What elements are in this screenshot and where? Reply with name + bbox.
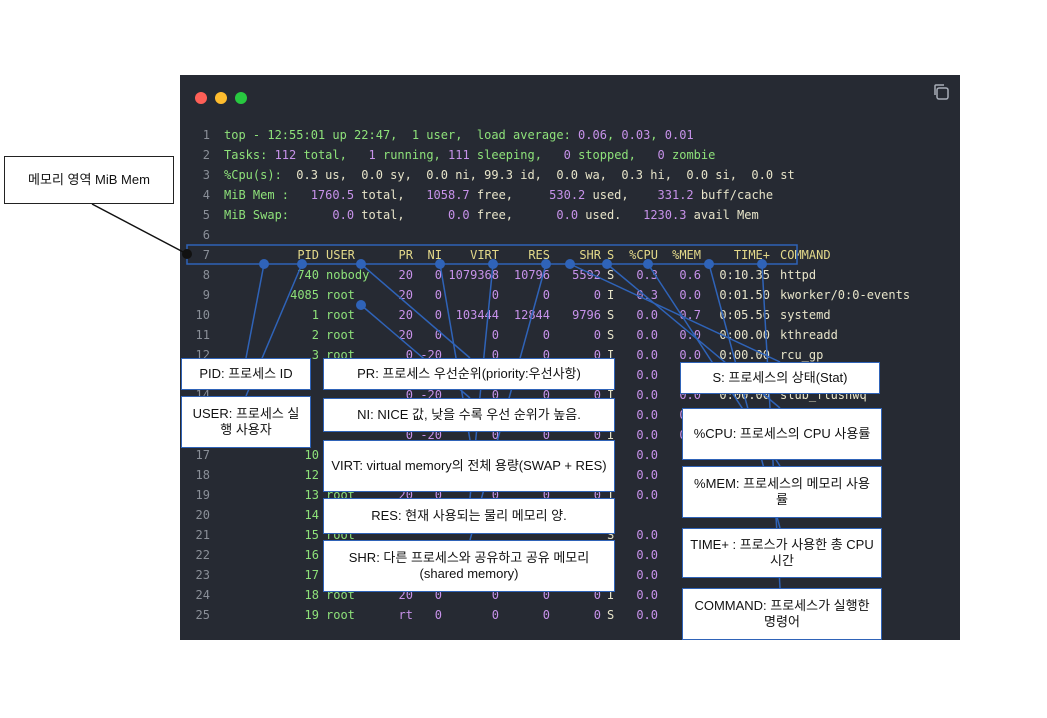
annotation-cpu: %CPU: 프로세스의 CPU 사용률 xyxy=(682,408,882,460)
summary-segment: 0.3 us, 0.0 sy, 0.0 ni, 99.3 id, 0.0 wa,… xyxy=(296,168,795,182)
summary-segment: 1230.3 xyxy=(643,208,687,222)
line-number: 5 xyxy=(202,208,210,222)
summary-segment: total, xyxy=(296,148,369,162)
line-number: 1 xyxy=(202,128,210,142)
cell-time: 0:01.50 xyxy=(719,288,770,302)
summary-segment: 0.03 xyxy=(621,128,651,142)
summary-segment: 331.2 xyxy=(657,188,694,202)
annotation-command: COMMAND: 프로세스가 실행한 명령어 xyxy=(682,588,882,640)
summary-segment: 111 xyxy=(448,148,470,162)
summary-segment: MiB Swap: xyxy=(224,208,333,222)
summary-segment: 0.0 xyxy=(332,208,355,222)
annotation-memp: %MEM: 프로세스의 메모리 사용률 xyxy=(682,466,882,518)
summary-segment: 0.0 xyxy=(556,208,579,222)
summary-segment: running, xyxy=(375,148,448,162)
annotation-res: RES: 현재 사용되는 물리 메모리 양. xyxy=(323,498,615,534)
annotation-pr: PR: 프로세스 우선순위(priority:우선사항) xyxy=(323,358,615,390)
summary-segment: used, xyxy=(585,188,658,202)
summary-segment: total, xyxy=(354,208,448,222)
summary-segment: used. xyxy=(578,208,644,222)
annotation-s: S: 프로세스의 상태(Stat) xyxy=(680,362,880,394)
cell-command: kthreadd xyxy=(780,328,838,342)
summary-segment: avail Mem xyxy=(686,208,759,222)
summary-segment: 0.06 xyxy=(578,128,607,142)
cell-command: httpd xyxy=(780,268,817,282)
summary-segment: %Cpu(s): xyxy=(224,168,297,182)
cell-time: 0:05.56 xyxy=(719,308,770,322)
summary-segment: 0.0 xyxy=(447,208,470,222)
summary-segment: 12:55:01 up 22:47, 1 user, load average: xyxy=(267,128,579,142)
minimize-dot-icon[interactable] xyxy=(215,92,227,104)
summary-segment: zombie xyxy=(664,148,716,162)
line-number: 2 xyxy=(202,148,210,162)
summary-segment: buff/cache xyxy=(693,188,774,202)
summary-segment: , xyxy=(650,128,665,142)
annotation-mem: 메모리 영역 MiB Mem xyxy=(4,156,174,204)
summary-segment: 0 xyxy=(563,148,571,162)
cell-pid: 17 xyxy=(304,568,319,582)
annotation-user: USER: 프로세스 실행 사용자 xyxy=(181,396,311,448)
cell-pid: 16 xyxy=(304,548,319,562)
summary-segment: stopped, xyxy=(570,148,658,162)
cell-pid: 14 xyxy=(304,508,319,522)
summary-segment: total, xyxy=(354,188,427,202)
summary-text: MiB Mem : 1760.5 total, 1058.7 free, 530… xyxy=(224,185,773,205)
summary-segment: top - xyxy=(224,128,268,142)
summary-segment: 1 xyxy=(368,148,376,162)
summary-segment: Tasks: xyxy=(224,148,275,162)
annotation-shr: SHR: 다른 프로세스와 공유하고 공유 메모리(shared memory) xyxy=(323,540,615,592)
summary-segment: free, xyxy=(469,188,550,202)
cell-pid: 10 xyxy=(304,448,319,462)
summary-segment: free, xyxy=(469,208,557,222)
annotation-ni: NI: NICE 값, 낮을 수록 우선 순위가 높음. xyxy=(323,398,615,432)
summary-segment: 0.01 xyxy=(664,128,694,142)
cell-time: 0:00.00 xyxy=(719,328,770,342)
cell-cpu: 0.0 xyxy=(636,608,658,622)
cell-pid: 12 xyxy=(304,468,319,482)
summary-text: top - 12:55:01 up 22:47, 1 user, load av… xyxy=(224,125,694,145)
summary-segment: MiB Mem : xyxy=(224,188,311,202)
maximize-dot-icon[interactable] xyxy=(235,92,247,104)
cell-time: 0:10.35 xyxy=(719,268,770,282)
summary-segment: 1058.7 xyxy=(426,188,470,202)
line-number: 4 xyxy=(202,188,210,202)
cell-time: TIME+ xyxy=(733,248,770,262)
close-dot-icon[interactable] xyxy=(195,92,207,104)
cell-pid: 15 xyxy=(304,528,319,542)
cell-command: kworker/0:0-events xyxy=(780,288,911,302)
summary-segment: 112 xyxy=(274,148,297,162)
summary-text: MiB Swap: 0.0 total, 0.0 free, 0.0 used.… xyxy=(224,205,759,225)
line-number: 3 xyxy=(202,168,210,182)
cell-command: COMMAND xyxy=(780,248,831,262)
annotation-time: TIME+ : 프로스가 사용한 총 CPU 시간 xyxy=(682,528,882,578)
summary-segment: 0 xyxy=(657,148,665,162)
summary-segment: sleeping, xyxy=(469,148,564,162)
annotation-pid: PID: 프로세스 ID xyxy=(181,358,311,390)
cell-command: systemd xyxy=(780,308,831,322)
summary-segment: , xyxy=(606,128,622,142)
summary-text: %Cpu(s): 0.3 us, 0.0 sy, 0.0 ni, 99.3 id… xyxy=(224,165,795,185)
summary-segment: 1760.5 xyxy=(310,188,355,202)
line-number: 6 xyxy=(202,228,210,242)
copy-icon[interactable] xyxy=(932,83,950,101)
summary-segment: 530.2 xyxy=(549,188,586,202)
summary-text: Tasks: 112 total, 1 running, 111 sleepin… xyxy=(224,145,715,165)
annotation-virt: VIRT: virtual memory의 전체 용량(SWAP + RES) xyxy=(323,440,615,492)
